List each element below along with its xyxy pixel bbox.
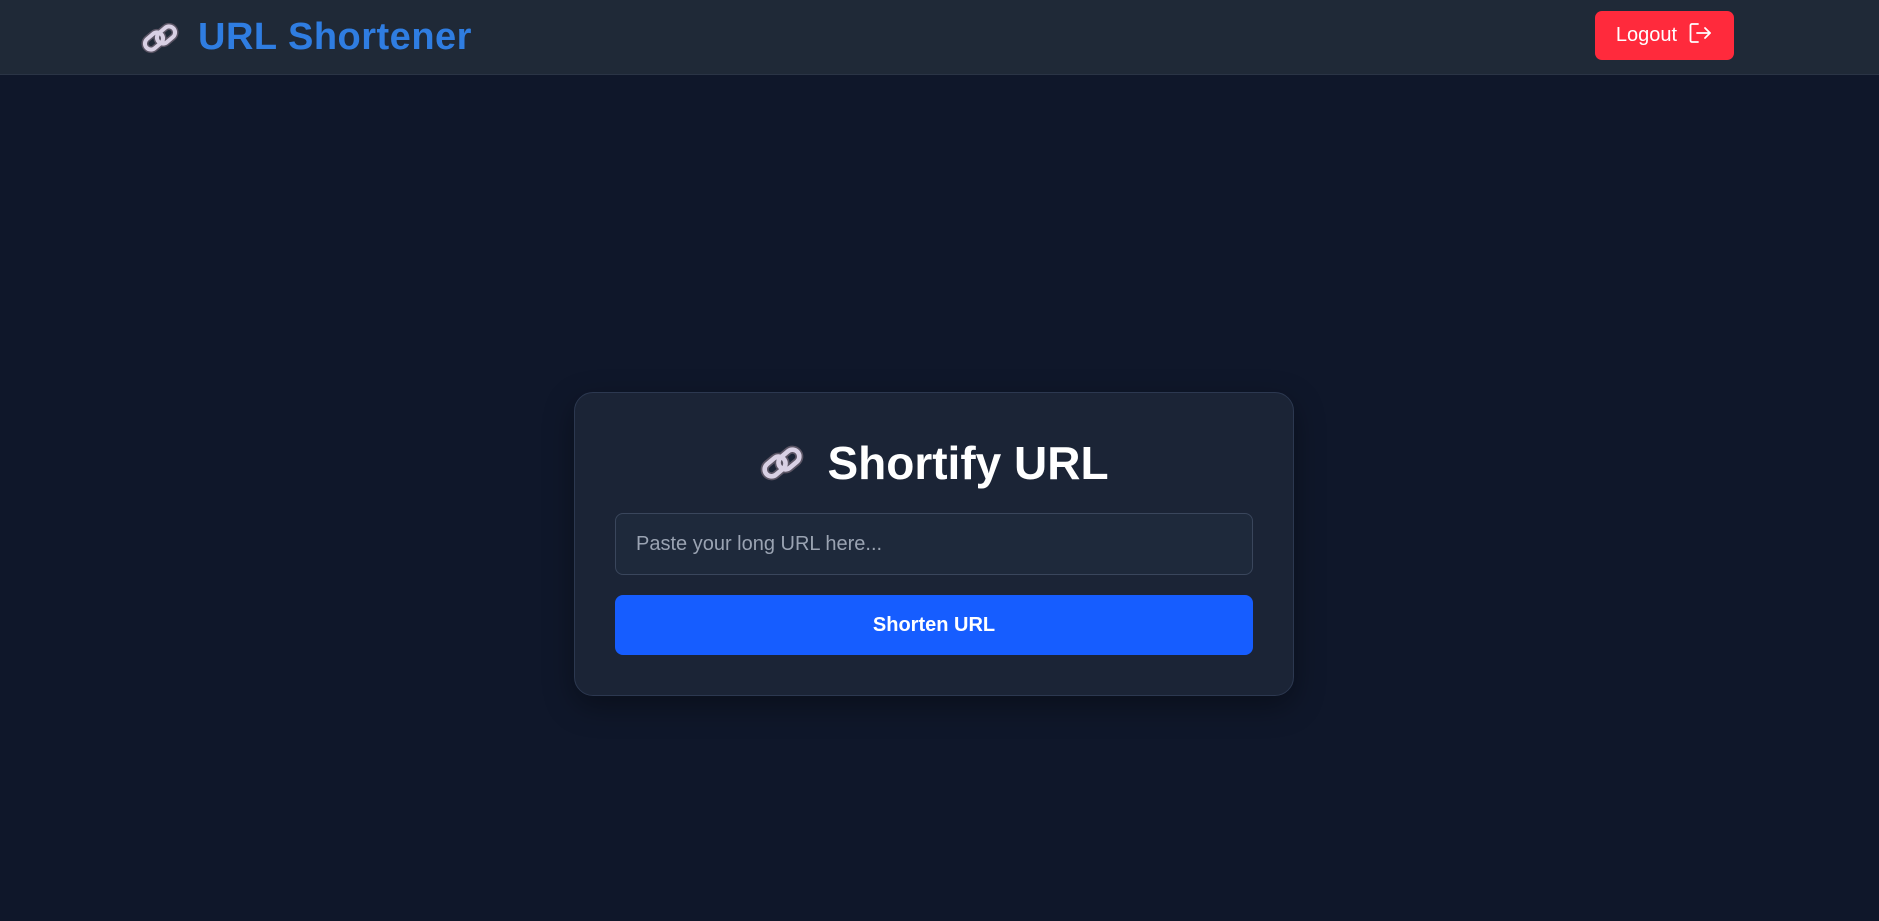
card-title: Shortify URL: [827, 437, 1109, 489]
logout-button[interactable]: Logout: [1595, 11, 1734, 60]
shorten-url-button[interactable]: Shorten URL: [615, 595, 1253, 655]
navbar: URL Shortener Logout: [0, 0, 1879, 75]
shorten-card: Shortify URL Shorten URL: [574, 392, 1294, 696]
link-icon: [140, 19, 180, 57]
brand[interactable]: URL Shortener: [140, 0, 472, 75]
url-input[interactable]: [615, 513, 1253, 575]
logout-label: Logout: [1615, 24, 1678, 46]
card-header: Shortify URL: [575, 433, 1293, 493]
link-icon: [759, 441, 805, 485]
brand-title: URL Shortener: [198, 16, 472, 58]
logout-icon: [1689, 22, 1713, 50]
